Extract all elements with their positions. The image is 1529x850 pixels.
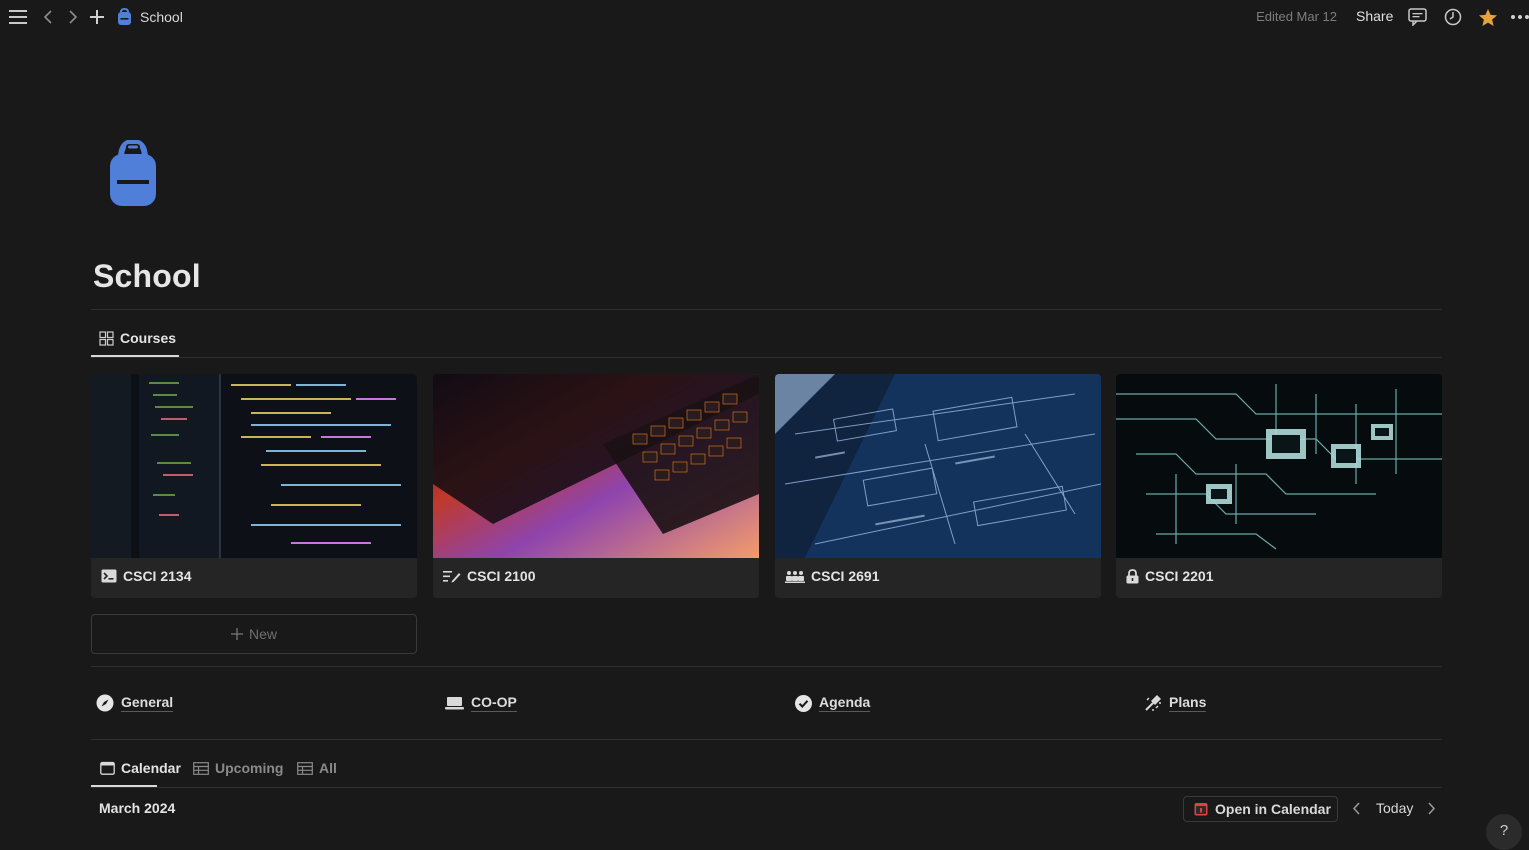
megaphone-icon [1145,695,1161,711]
link-general[interactable]: General [96,694,174,712]
page-backpack-icon[interactable] [108,138,158,208]
previous-month-icon[interactable] [1352,802,1361,820]
next-month-icon[interactable] [1427,802,1436,820]
link-general-label: General [121,694,174,712]
card-cover-laptop-image [433,374,759,558]
link-co-op-label: CO-OP [471,694,517,712]
plus-icon [230,628,243,640]
open-in-calendar-label: Open in Calendar [1215,801,1331,817]
course-card[interactable]: CSCI 2201 [1116,374,1442,598]
tab-all-label: All [319,760,337,776]
table-icon [193,761,209,775]
card-title-text: CSCI 2134 [123,568,192,584]
calendar-month-label: March 2024 [99,800,176,816]
page-title[interactable]: School [93,258,201,295]
menu-icon[interactable] [8,7,28,27]
card-title: CSCI 2100 [443,568,535,584]
table-icon [297,761,313,775]
link-agenda-label: Agenda [819,694,871,712]
tab-all[interactable]: All [297,760,337,776]
links-divider [91,739,1442,740]
group-icon [785,570,805,583]
link-co-op[interactable]: CO-OP [445,694,517,712]
share-button[interactable]: Share [1356,8,1393,24]
card-title-text: CSCI 2691 [811,568,880,584]
card-cover-circuit-image [1116,374,1442,558]
laptop-icon [445,697,464,710]
course-card[interactable]: CSCI 2100 [433,374,759,598]
card-title: CSCI 2201 [1126,568,1213,584]
tab-upcoming[interactable]: Upcoming [193,760,283,776]
edited-timestamp: Edited Mar 12 [1256,9,1337,24]
course-card[interactable]: CSCI 2134 [91,374,417,598]
top-bar: School Edited Mar 12 Share [0,0,1529,34]
link-agenda[interactable]: Agenda [795,694,871,712]
today-button[interactable]: Today [1376,800,1413,816]
new-card-button[interactable]: New [91,614,417,654]
calendar-app-icon [1194,803,1208,816]
calendar-icon [100,761,115,775]
breadcrumb-label: School [140,9,183,25]
more-options-icon[interactable] [1510,7,1529,27]
edit-lines-icon [443,570,461,582]
compass-icon [96,694,114,712]
card-title-text: CSCI 2201 [1145,568,1214,584]
gallery-divider [91,666,1442,667]
tab-courses-label: Courses [120,330,177,346]
help-button[interactable]: ? [1486,814,1522,850]
new-card-label: New [248,626,277,642]
lock-icon [1126,568,1139,583]
title-divider [91,309,1442,310]
card-cover-code-image [91,374,417,558]
tab-courses[interactable]: Courses [99,330,176,346]
tab-upcoming-label: Upcoming [215,760,284,776]
back-arrow-icon[interactable] [38,7,58,27]
history-clock-icon[interactable] [1443,7,1463,27]
terminal-icon [101,569,117,583]
card-cover-blueprint-image [775,374,1101,558]
forward-arrow-icon[interactable] [63,7,83,27]
backpack-icon [118,8,131,25]
check-circle-icon [795,694,812,712]
card-title: CSCI 2134 [101,568,191,584]
comments-icon[interactable] [1407,7,1427,27]
view-tabs-divider [91,787,1442,788]
tabs-divider [91,357,1442,358]
course-card[interactable]: CSCI 2691 [775,374,1101,598]
link-plans[interactable]: Plans [1144,694,1207,712]
open-in-calendar-button[interactable]: Open in Calendar [1183,796,1338,822]
card-title: CSCI 2691 [785,568,879,584]
breadcrumb[interactable]: School [117,7,183,27]
tab-calendar[interactable]: Calendar [100,760,181,776]
favorite-star-icon[interactable] [1478,7,1498,27]
link-plans-label: Plans [1169,694,1207,712]
tab-calendar-label: Calendar [121,760,181,776]
add-page-icon[interactable] [87,7,107,27]
gallery-grid-icon [99,330,114,346]
card-title-text: CSCI 2100 [467,568,536,584]
